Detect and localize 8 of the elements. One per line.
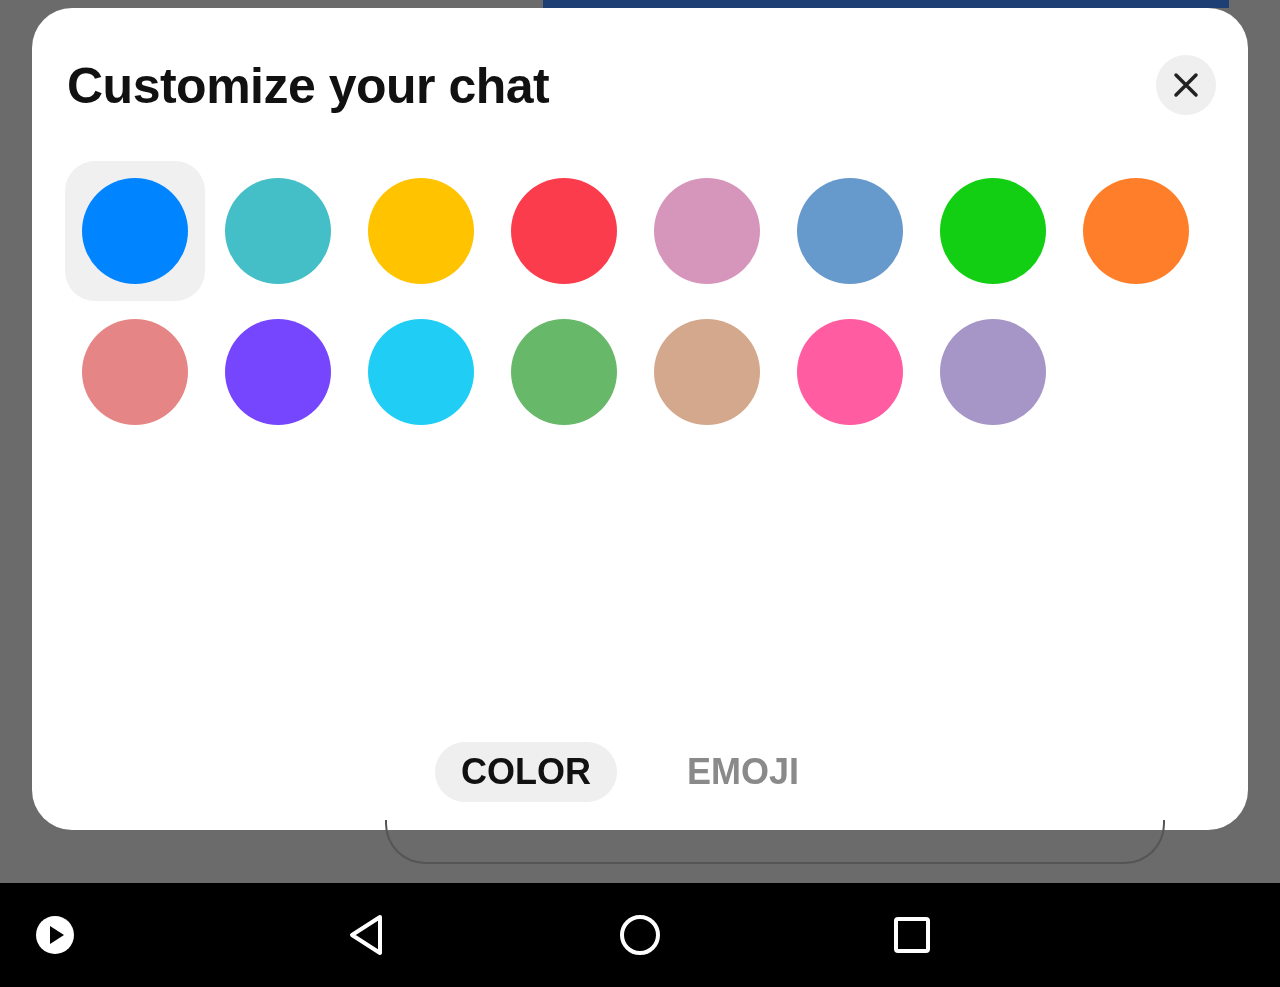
tab[interactable]: COLOR <box>435 742 617 802</box>
color-option[interactable] <box>65 161 205 301</box>
close-icon <box>1173 72 1199 98</box>
dialog-title: Customize your chat <box>67 57 550 116</box>
message-field[interactable] <box>385 820 1165 864</box>
play-icon[interactable] <box>35 915 75 955</box>
home-icon[interactable] <box>619 914 661 956</box>
recent-apps-icon[interactable] <box>893 916 931 954</box>
